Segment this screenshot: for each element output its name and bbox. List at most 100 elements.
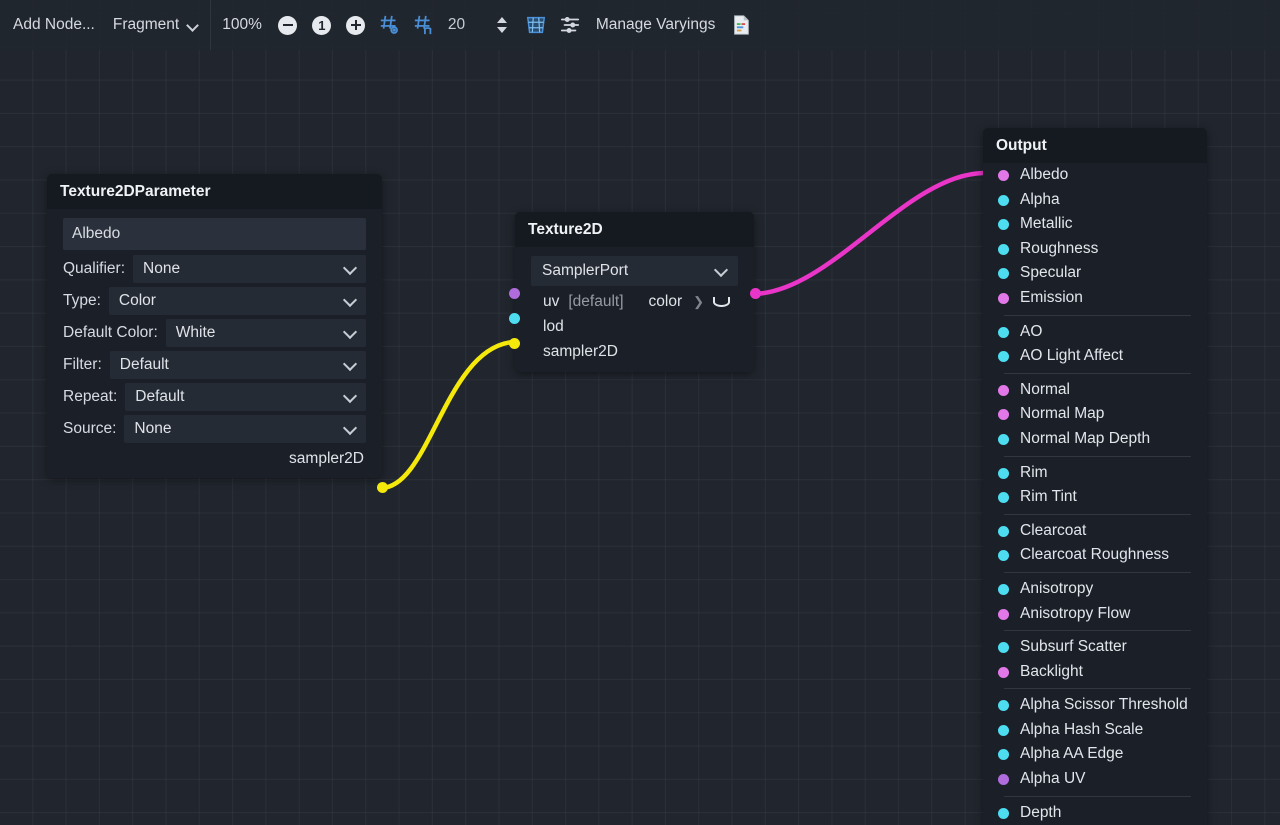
alignment-button[interactable]	[555, 10, 585, 40]
port-subsurf-scatter[interactable]	[998, 642, 1009, 654]
port-color-output[interactable]	[750, 288, 761, 299]
shader-code-icon	[734, 15, 750, 35]
node-texture2d[interactable]: Texture2D SamplerPort uv [default] color…	[509, 212, 761, 372]
port-anisotropy-flow[interactable]	[998, 608, 1009, 620]
output-slot-row[interactable]: Rim Tint	[983, 485, 1207, 510]
add-node-button[interactable]: Add Node...	[4, 0, 104, 50]
port-clearcoat[interactable]	[998, 525, 1009, 537]
output-slot-row[interactable]: Specular	[983, 261, 1207, 286]
output-slot-row[interactable]: Normal	[983, 378, 1207, 403]
port-rim[interactable]	[998, 467, 1009, 479]
grid-size-toggle[interactable]	[409, 10, 439, 40]
zoom-reset-button[interactable]: 1	[307, 10, 337, 40]
zoom-level-value: 100%	[213, 0, 271, 50]
zoom-in-button[interactable]	[341, 10, 371, 40]
port-lod-input[interactable]	[509, 313, 520, 324]
zoom-out-button[interactable]	[273, 10, 303, 40]
port-sampler2d-output[interactable]	[377, 482, 388, 493]
shader-stage-label: Fragment	[112, 16, 180, 33]
type-row: Type: Color	[63, 286, 366, 316]
output-slot-row[interactable]: Anisotropy Flow	[983, 602, 1207, 627]
port-clearcoat-roughness[interactable]	[998, 550, 1009, 562]
output-slot-row[interactable]: Alpha	[983, 188, 1207, 213]
port-emission[interactable]	[998, 292, 1009, 304]
filter-label: Filter:	[63, 356, 102, 373]
port-normal-map-depth[interactable]	[998, 433, 1009, 445]
output-slot-row[interactable]: Anisotropy	[983, 577, 1207, 602]
node-title: Output	[983, 128, 1207, 163]
port-roughness[interactable]	[998, 243, 1009, 255]
output-slot-row[interactable]: Alpha Scissor Threshold	[983, 693, 1207, 718]
output-slot-row[interactable]: Clearcoat	[983, 519, 1207, 544]
output-slot-row[interactable]: Rim	[983, 461, 1207, 486]
parameter-name-input[interactable]: Albedo	[63, 218, 366, 250]
output-slot-row[interactable]: Normal Map	[983, 402, 1207, 427]
port-backlight[interactable]	[998, 666, 1009, 678]
port-sampler2d-input[interactable]	[509, 338, 520, 349]
chevron-down-icon	[715, 265, 728, 278]
output-slot-row[interactable]: Clearcoat Roughness	[983, 543, 1207, 568]
port-rim-tint[interactable]	[998, 492, 1009, 504]
output-slot-row[interactable]: Subsurf Scatter	[983, 635, 1207, 660]
port-alpha-uv[interactable]	[998, 774, 1009, 786]
output-slot-row[interactable]: Roughness	[983, 237, 1207, 262]
output-slot-list: Albedo Alpha Metallic Roughness Specular Emis…	[983, 163, 1207, 825]
port-normal[interactable]	[998, 384, 1009, 396]
port-normal-map[interactable]	[998, 409, 1009, 421]
type-dropdown[interactable]: Color	[108, 287, 366, 315]
expand-arc-icon[interactable]	[713, 296, 731, 307]
grid-size-icon	[414, 15, 432, 35]
port-alpha-aa-edge[interactable]	[998, 749, 1009, 761]
port-alpha[interactable]	[998, 194, 1009, 206]
sampler-port-dropdown[interactable]: SamplerPort	[531, 256, 738, 286]
output-slot-label: Rim Tint	[1020, 488, 1077, 506]
port-anisotropy[interactable]	[998, 583, 1009, 595]
output-slot-row[interactable]: Alpha AA Edge	[983, 742, 1207, 767]
output-slot-row[interactable]: AO Light Affect	[983, 344, 1207, 369]
shader-graph-canvas[interactable]: Add Node... Fragment 100% 1 20 Manage Va…	[0, 0, 1280, 825]
output-slot-row[interactable]: Depth	[983, 801, 1207, 825]
port-depth[interactable]	[998, 807, 1009, 819]
qualifier-dropdown[interactable]: None	[133, 255, 366, 283]
output-slot-row[interactable]: Metallic	[983, 212, 1207, 237]
port-alpha-hash-scale[interactable]	[998, 724, 1009, 736]
output-slot-row[interactable]: AO	[983, 320, 1207, 345]
output-slot-row[interactable]: Alpha UV	[983, 767, 1207, 792]
grid-snap-toggle[interactable]	[375, 10, 405, 40]
port-specular[interactable]	[998, 268, 1009, 280]
output-slot-row[interactable]: Emission	[983, 286, 1207, 311]
shader-stage-dropdown[interactable]: Fragment	[104, 0, 208, 50]
shader-code-button[interactable]	[726, 10, 756, 40]
default-color-dropdown[interactable]: White	[165, 319, 366, 347]
chevron-down-icon	[344, 391, 357, 404]
port-uv-input[interactable]	[509, 288, 520, 299]
output-slot-label: Alpha UV	[1020, 770, 1086, 788]
alignment-icon	[560, 17, 579, 33]
toggle-grid-button[interactable]	[521, 10, 551, 40]
output-slot-row[interactable]: Backlight	[983, 660, 1207, 685]
output-slot-row[interactable]: Albedo	[983, 163, 1207, 188]
port-ao[interactable]	[998, 326, 1009, 338]
output-slot-label: Clearcoat Roughness	[1020, 546, 1170, 564]
type-value: Color	[118, 292, 156, 309]
qualifier-row: Qualifier: None	[63, 254, 366, 284]
repeat-dropdown[interactable]: Default	[125, 383, 366, 411]
output-slot-label: Normal Map Depth	[1020, 429, 1151, 447]
port-metallic[interactable]	[998, 219, 1009, 231]
output-slot-row[interactable]: Alpha Hash Scale	[983, 718, 1207, 743]
chevron-down-icon	[344, 295, 357, 308]
filter-dropdown[interactable]: Default	[109, 351, 366, 379]
node-output[interactable]: Output Albedo Alpha Metallic Roughness Specu…	[983, 128, 1207, 825]
zoom-level-label: 100%	[222, 16, 262, 33]
grid-size-input[interactable]: 20	[441, 16, 485, 34]
repeat-label: Repeat:	[63, 388, 118, 405]
manage-varyings-button[interactable]: Manage Varyings	[587, 0, 724, 50]
port-alpha-scissor-threshold[interactable]	[998, 700, 1009, 712]
port-ao-light-affect[interactable]	[998, 351, 1009, 363]
port-albedo[interactable]	[998, 170, 1009, 181]
source-dropdown[interactable]: None	[124, 415, 366, 443]
output-slot-label: AO	[1020, 322, 1043, 340]
node-texture2d-parameter[interactable]: Texture2DParameter Albedo Qualifier: Non…	[47, 174, 388, 493]
grid-size-spinner[interactable]	[487, 10, 517, 40]
output-slot-row[interactable]: Normal Map Depth	[983, 427, 1207, 452]
